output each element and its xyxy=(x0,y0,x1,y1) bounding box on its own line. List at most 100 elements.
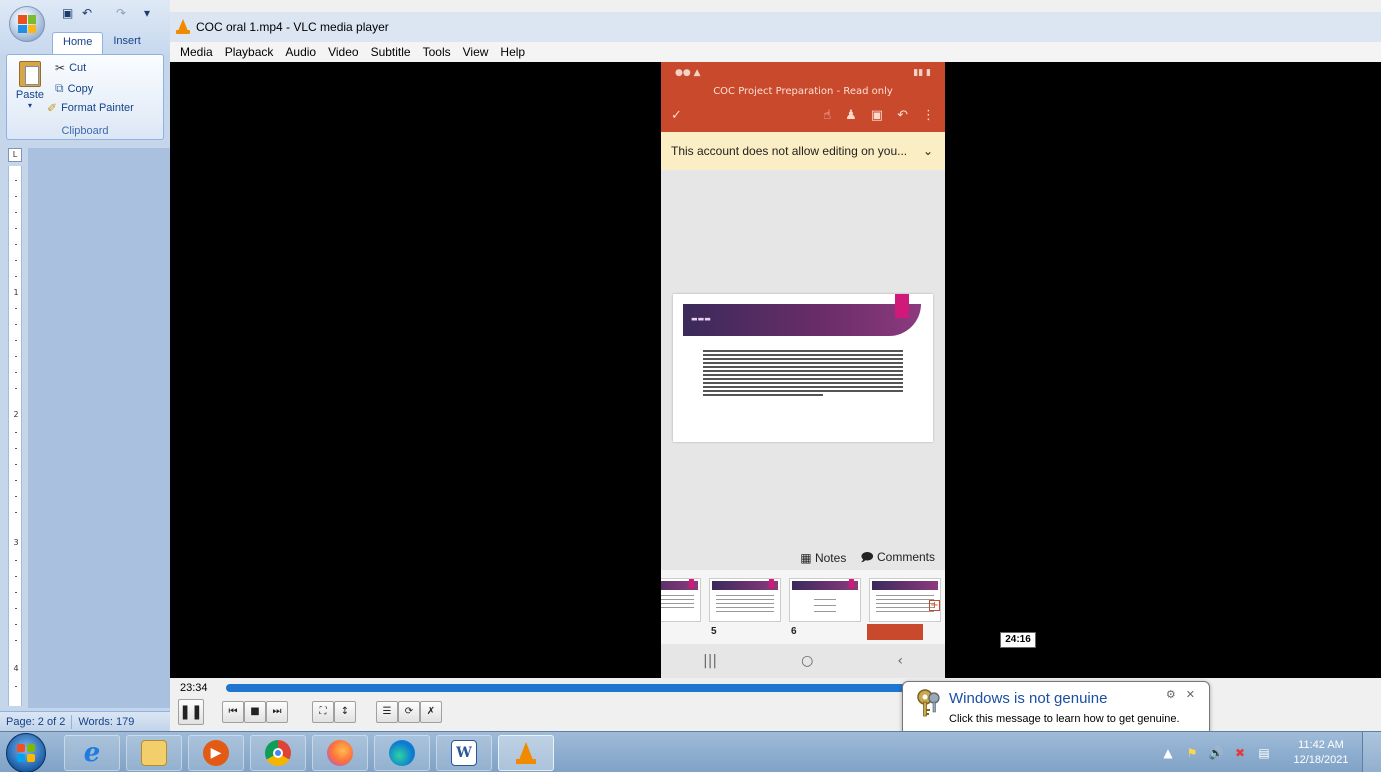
slide-thumbnail xyxy=(789,578,861,622)
menu-audio[interactable]: Audio xyxy=(279,45,322,59)
notification-message: Click this message to learn how to get g… xyxy=(949,713,1180,725)
loop-icon: ⟳ xyxy=(404,706,414,717)
save-icon[interactable]: ▣ xyxy=(62,6,76,20)
ppt-toolbar: ✓ ☝ ♟ ▣ ↶ ⋮ xyxy=(671,108,935,123)
redo-icon[interactable]: ↷ xyxy=(116,6,130,20)
genuine-notification[interactable]: Windows is not genuine Click this messag… xyxy=(902,681,1210,745)
recents-icon: ||| xyxy=(703,653,718,669)
vertical-ruler: 1 2 3 4 xyxy=(8,166,22,706)
network-disconnected-icon[interactable]: ✖ xyxy=(1232,745,1248,761)
office-logo-icon xyxy=(18,15,36,33)
comments-label: Comments xyxy=(876,549,935,564)
menu-subtitle[interactable]: Subtitle xyxy=(365,45,417,59)
shuffle-button[interactable]: ✗ xyxy=(420,701,442,723)
tab-home[interactable]: Home xyxy=(52,32,104,54)
edge-icon xyxy=(389,740,415,766)
paste-button[interactable]: Paste ▾ xyxy=(13,61,47,117)
show-hidden-icons-icon[interactable]: ▲ xyxy=(1160,745,1176,761)
shuffle-icon: ✗ xyxy=(426,706,436,717)
cut-button[interactable]: ✂ Cut xyxy=(55,61,86,75)
thumb-number: 6 xyxy=(791,626,797,637)
slide-title-text-image: ▬▬▬ xyxy=(691,315,711,323)
phone-screen-recording: ●● ▲ ▮▮ ▮ COC Project Preparation - Read… xyxy=(661,62,945,678)
slide-thumbnails: 5 6 + xyxy=(661,570,945,644)
tab-insert[interactable]: Insert xyxy=(103,32,151,54)
clock-time: 11:42 AM xyxy=(1298,739,1344,751)
person-icon: ♟ xyxy=(845,108,857,123)
format-painter-label: Format Painter xyxy=(61,102,134,114)
scissors-icon: ✂ xyxy=(55,61,66,75)
close-icon[interactable]: ✕ xyxy=(1186,688,1195,701)
tab-selector[interactable]: L xyxy=(8,148,22,162)
menu-view[interactable]: View xyxy=(457,45,495,59)
notification-actions: ⚙ ✕ xyxy=(1166,688,1195,701)
document-area[interactable] xyxy=(28,148,170,708)
read-only-notice: This account does not allow editing on y… xyxy=(661,132,945,170)
internet-explorer-icon: e xyxy=(83,738,101,768)
menu-playback[interactable]: Playback xyxy=(219,45,280,59)
paste-dropdown-icon[interactable]: ▾ xyxy=(13,101,47,110)
taskbar-chrome[interactable] xyxy=(250,735,306,771)
video-area[interactable]: ●● ▲ ▮▮ ▮ COC Project Preparation - Read… xyxy=(170,62,1381,678)
menu-media[interactable]: Media xyxy=(174,45,219,59)
customize-qat-icon[interactable]: ▾ xyxy=(144,6,158,20)
previous-button[interactable]: ⏮ xyxy=(222,701,244,723)
office-button[interactable] xyxy=(9,6,45,42)
undo-icon[interactable]: ↶ xyxy=(82,6,96,20)
slide-preview: ▬▬▬ xyxy=(673,294,933,442)
slide-thumbnail xyxy=(709,578,781,622)
home-icon: ○ xyxy=(801,653,814,669)
undo-icon: ↶ xyxy=(897,108,908,123)
fullscreen-button[interactable]: ⛶ xyxy=(312,701,334,723)
elapsed-time: 23:34 xyxy=(180,682,208,694)
slide-title-banner: ▬▬▬ xyxy=(683,304,921,336)
extended-settings-button[interactable]: ↕ xyxy=(334,701,356,723)
word-status-bar: Page: 2 of 2 Words: 179 xyxy=(0,711,170,731)
format-painter-button[interactable]: ✐ Format Painter xyxy=(47,101,134,115)
android-nav-bar: ||| ○ ‹ xyxy=(661,644,945,678)
touch-icon: ☝ xyxy=(823,108,832,123)
taskbar-media-player[interactable]: ▶ xyxy=(188,735,244,771)
taskbar-internet-explorer[interactable]: e xyxy=(64,735,120,771)
menu-help[interactable]: Help xyxy=(494,45,531,59)
screen: ▣ ↶ ↷ ▾ Home Insert Paste ▾ ✂ Cut ⧉ Copy xyxy=(0,0,1381,772)
start-button[interactable] xyxy=(6,733,46,772)
menu-video[interactable]: Video xyxy=(322,45,364,59)
taskbar-edge[interactable] xyxy=(374,735,430,771)
volume-icon[interactable]: 🔊 xyxy=(1208,745,1224,761)
loop-button[interactable]: ⟳ xyxy=(398,701,420,723)
brush-icon: ✐ xyxy=(47,101,58,115)
copy-button[interactable]: ⧉ Copy xyxy=(55,81,93,96)
stop-button[interactable]: ■ xyxy=(244,701,266,723)
slide-accent-tag xyxy=(895,294,909,318)
taskbar-word[interactable]: W xyxy=(436,735,492,771)
pause-button[interactable]: ❚❚ xyxy=(178,699,204,725)
equalizer-icon: ↕ xyxy=(340,706,350,717)
taskbar-clock[interactable]: 11:42 AM 12/18/2021 xyxy=(1290,738,1352,768)
menu-tools[interactable]: Tools xyxy=(417,45,457,59)
windows-logo-icon xyxy=(17,744,35,762)
stop-icon: ■ xyxy=(250,706,260,717)
slide-thumbnail xyxy=(661,578,701,622)
word-quick-access-bar: ▣ ↶ ↷ ▾ Home Insert xyxy=(0,0,170,54)
taskbar-file-explorer[interactable] xyxy=(126,735,182,771)
vlc-title-bar[interactable]: COC oral 1.mp4 - VLC media player xyxy=(170,12,1381,42)
next-icon: ⏭ xyxy=(272,706,282,717)
network-icon[interactable]: ▤ xyxy=(1256,745,1272,761)
action-center-flag-icon[interactable]: ⚑ xyxy=(1184,745,1200,761)
check-icon: ✓ xyxy=(671,108,682,123)
page-count[interactable]: Page: 2 of 2 xyxy=(0,716,71,728)
options-icon[interactable]: ⚙ xyxy=(1166,688,1176,701)
comments-button: 🗩 Comments xyxy=(860,549,935,564)
vlc-window-title: COC oral 1.mp4 - VLC media player xyxy=(196,20,389,34)
taskbar-vlc[interactable] xyxy=(498,735,554,771)
fullscreen-icon: ⛶ xyxy=(319,706,327,717)
clipboard-group-label: Clipboard xyxy=(61,125,109,137)
show-desktop-button[interactable] xyxy=(1362,732,1381,772)
word-count[interactable]: Words: 179 xyxy=(72,716,140,728)
next-button[interactable]: ⏭ xyxy=(266,701,288,723)
back-icon: ‹ xyxy=(897,653,903,669)
playlist-button[interactable]: ☰ xyxy=(376,701,398,723)
notification-title: Windows is not genuine xyxy=(949,690,1108,707)
taskbar-firefox[interactable] xyxy=(312,735,368,771)
